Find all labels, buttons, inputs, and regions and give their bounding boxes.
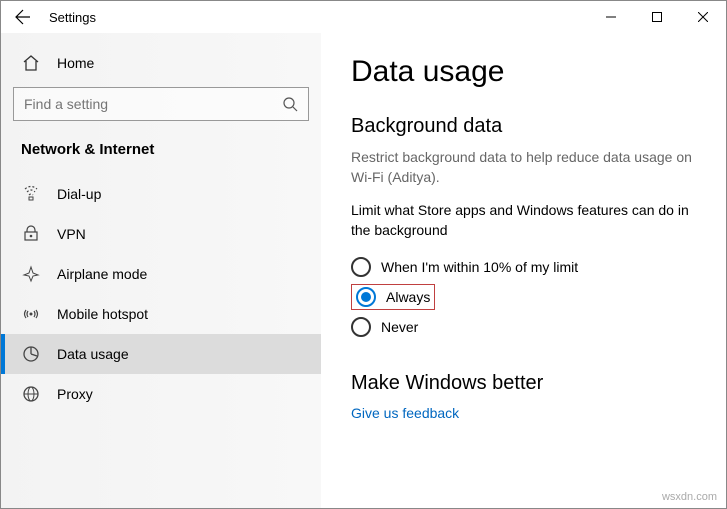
radio-icon	[356, 287, 376, 307]
close-icon	[698, 12, 708, 22]
background-data-sub: Limit what Store apps and Windows featur…	[351, 201, 696, 240]
watermark: wsxdn.com	[662, 491, 717, 503]
radio-icon	[351, 257, 371, 277]
airplane-icon	[21, 265, 41, 283]
radio-label: Never	[381, 319, 418, 335]
close-button[interactable]	[680, 1, 726, 33]
sidebar: Home Network & Internet Dial-up	[1, 33, 321, 508]
background-data-heading: Background data	[351, 115, 696, 138]
home-icon	[21, 54, 41, 72]
vpn-icon	[21, 225, 41, 243]
nav-item-dialup[interactable]: Dial-up	[1, 174, 321, 214]
section-heading: Network & Internet	[1, 133, 321, 174]
nav-item-proxy[interactable]: Proxy	[1, 374, 321, 414]
nav-label: Data usage	[57, 346, 129, 362]
background-data-desc: Restrict background data to help reduce …	[351, 148, 696, 187]
maximize-icon	[652, 12, 662, 22]
arrow-left-icon	[15, 9, 31, 25]
nav-label: VPN	[57, 226, 86, 242]
radio-icon	[351, 317, 371, 337]
page-title: Data usage	[351, 55, 696, 89]
titlebar: Settings	[1, 1, 726, 33]
minimize-button[interactable]	[588, 1, 634, 33]
radio-option-always[interactable]: Always	[351, 284, 435, 310]
window-title: Settings	[45, 10, 588, 25]
maximize-button[interactable]	[634, 1, 680, 33]
proxy-icon	[21, 385, 41, 403]
search-icon	[282, 96, 298, 112]
search-input[interactable]	[13, 87, 309, 121]
radio-option-never[interactable]: Never	[351, 310, 696, 344]
content-area: Data usage Background data Restrict back…	[321, 33, 726, 508]
datausage-icon	[21, 345, 41, 363]
radio-option-limit[interactable]: When I'm within 10% of my limit	[351, 250, 696, 284]
minimize-icon	[606, 12, 616, 22]
radio-label: When I'm within 10% of my limit	[381, 259, 578, 275]
dialup-icon	[21, 185, 41, 203]
nav-item-datausage[interactable]: Data usage	[1, 334, 321, 374]
nav-item-vpn[interactable]: VPN	[1, 214, 321, 254]
nav-label: Proxy	[57, 386, 93, 402]
hotspot-icon	[21, 305, 41, 323]
nav-item-hotspot[interactable]: Mobile hotspot	[1, 294, 321, 334]
search-field[interactable]	[24, 96, 282, 112]
nav-label: Dial-up	[57, 186, 101, 202]
nav-item-airplane[interactable]: Airplane mode	[1, 254, 321, 294]
home-nav[interactable]: Home	[1, 43, 321, 83]
feedback-heading: Make Windows better	[351, 372, 696, 395]
back-button[interactable]	[1, 1, 45, 33]
nav-label: Mobile hotspot	[57, 306, 148, 322]
nav-label: Airplane mode	[57, 266, 147, 282]
radio-label: Always	[386, 289, 430, 305]
feedback-link[interactable]: Give us feedback	[351, 405, 696, 421]
home-label: Home	[57, 55, 94, 71]
